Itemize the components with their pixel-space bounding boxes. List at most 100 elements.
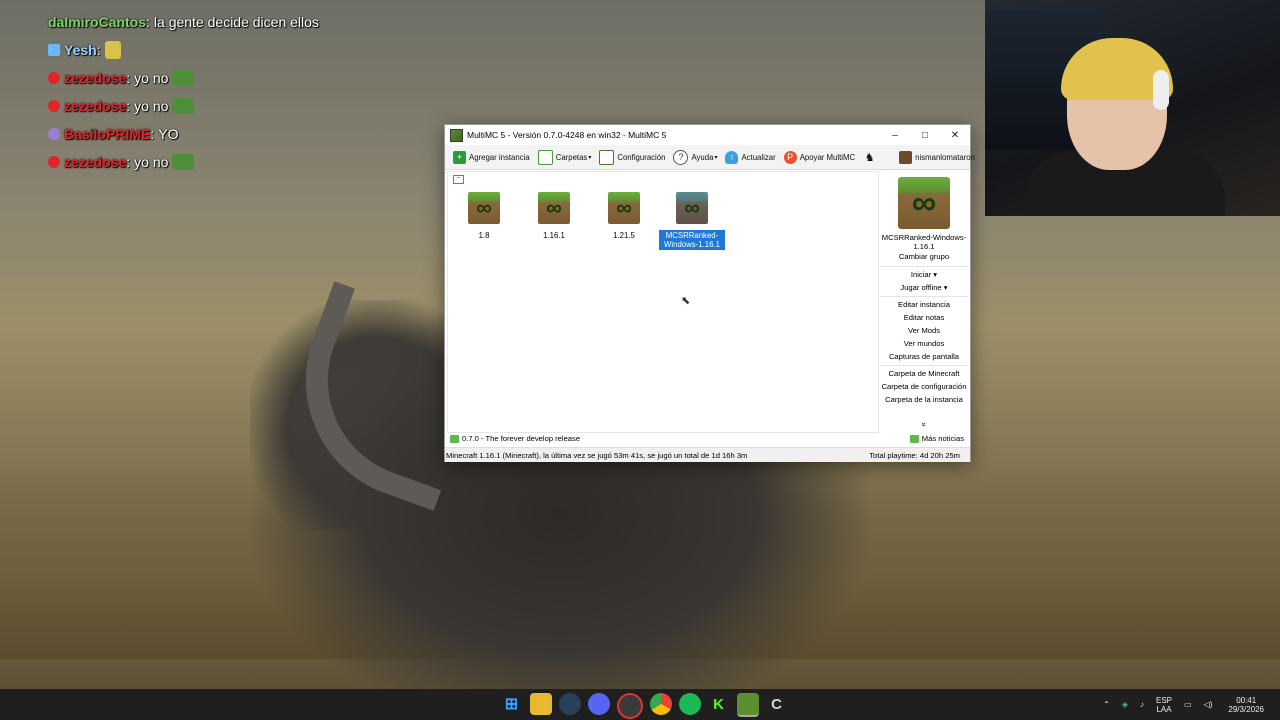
help-button[interactable]: ? Ayuda ▾ bbox=[669, 148, 721, 166]
chat-text: la gente decide dicen ellos bbox=[153, 14, 319, 30]
folders-button[interactable]: Carpetas ▾ bbox=[534, 148, 596, 166]
multimc-window: MultiMC 5 - Versión 0.7.0-4248 en win32 … bbox=[444, 124, 975, 462]
chrome-icon[interactable] bbox=[649, 693, 672, 715]
spotify-icon[interactable] bbox=[678, 693, 701, 715]
group-collapse-toggle[interactable]: − bbox=[453, 175, 464, 184]
chat-message: zezedose: yo no bbox=[48, 148, 388, 176]
chat-text: yo no bbox=[134, 98, 169, 114]
keyboard-layout: LAA bbox=[1156, 704, 1172, 714]
start-icon[interactable]: ⊞ bbox=[500, 693, 523, 715]
chat-separator: : bbox=[96, 42, 101, 58]
clock-time: 00:41 bbox=[1236, 695, 1257, 705]
help-label: Ayuda bbox=[691, 152, 714, 162]
tray-app-icon[interactable]: ◈ bbox=[1122, 700, 1128, 709]
chat-text: yo no bbox=[134, 70, 169, 86]
support-label: Apoyar MultiMC bbox=[799, 152, 856, 162]
multimc-icon[interactable] bbox=[736, 693, 759, 717]
account-avatar-icon bbox=[899, 150, 913, 164]
instance-item-selected[interactable]: ∞ MCSRRanked-Windows-1.16.1 bbox=[659, 192, 725, 250]
volume-icon[interactable]: ◁) bbox=[1204, 700, 1213, 709]
purple-badge-icon bbox=[48, 128, 60, 140]
chat-username: zezedose bbox=[64, 70, 127, 86]
kick-icon[interactable]: K bbox=[707, 693, 730, 715]
chat-message: BasiloPRIME: YO bbox=[48, 120, 388, 148]
launch-button[interactable]: Iniciar ▾ bbox=[880, 269, 968, 282]
infinity-icon: ∞ bbox=[538, 192, 570, 224]
infinity-icon: ∞ bbox=[468, 192, 500, 224]
play-offline-label: Jugar offline bbox=[900, 282, 942, 292]
window-title: MultiMC 5 - Versión 0.7.0-4248 en win32 … bbox=[467, 130, 667, 140]
frog-emote-icon bbox=[172, 70, 195, 86]
instance-list[interactable]: − ∞ 1.8 ∞ 1.16.1 ∞ 1.21.5 ∞ MCSRRanked-W… bbox=[447, 171, 879, 433]
chat-message: dalmiroCantos: la gente decide dicen ell… bbox=[48, 8, 388, 36]
screenshots-button[interactable]: Capturas de pantalla bbox=[880, 351, 968, 364]
account-button[interactable]: nismanlomataron bbox=[895, 148, 979, 166]
obs-icon[interactable] bbox=[616, 693, 643, 719]
news-bar: 0.7.0 - The forever develop release Más … bbox=[447, 432, 968, 445]
more-news-button[interactable]: Más noticias bbox=[907, 434, 964, 443]
news-icon bbox=[909, 434, 919, 443]
play-offline-button[interactable]: Jugar offline ▾ bbox=[880, 282, 968, 295]
language-indicator[interactable]: ESP LAA bbox=[1156, 696, 1172, 714]
microphone-icon[interactable]: ♪ bbox=[1140, 700, 1144, 709]
support-button[interactable]: P Apoyar MultiMC bbox=[780, 148, 859, 166]
status-bar: Minecraft 1.16.1 (Minecraft), la última … bbox=[445, 447, 970, 462]
chat-username: dalmiroCantos bbox=[48, 14, 147, 30]
sidebar-divider bbox=[880, 296, 968, 298]
minecraft-folder-button[interactable]: Carpeta de Minecraft bbox=[880, 368, 968, 381]
instance-label: 1.8 bbox=[478, 231, 490, 240]
ccleaner-icon[interactable]: C bbox=[765, 693, 788, 715]
webcam-headphone bbox=[1153, 70, 1169, 110]
launch-label: Iniciar bbox=[910, 269, 932, 279]
clock-date: 29/3/2026 bbox=[1228, 704, 1264, 714]
chat-message: zezedose: yo no bbox=[48, 64, 388, 92]
edit-notes-button[interactable]: Editar notas bbox=[880, 312, 968, 325]
change-group-button[interactable]: Cambiar grupo bbox=[880, 251, 968, 264]
maximize-button[interactable]: □ bbox=[910, 125, 940, 145]
instance-item[interactable]: ∞ 1.16.1 bbox=[521, 192, 587, 241]
chat-message: Yesh: bbox=[48, 36, 388, 64]
chat-username: BasiloPRIME bbox=[64, 126, 151, 142]
network-icon[interactable]: ▭ bbox=[1184, 700, 1192, 709]
infinity-icon: ∞ bbox=[676, 192, 708, 224]
settings-button[interactable]: Configuración bbox=[595, 148, 669, 166]
windows-taskbar: ⊞ K C ⌃ ◈ ♪ ESP LAA ▭ ◁) 00:41 29/3/2026 bbox=[0, 689, 1280, 720]
chat-separator: : bbox=[150, 126, 155, 142]
red-badge-icon bbox=[48, 156, 60, 168]
clock[interactable]: 00:41 29/3/2026 bbox=[1228, 696, 1264, 714]
chevron-up-icon[interactable]: ⌃ bbox=[1103, 700, 1110, 709]
sword-badge-icon bbox=[48, 44, 60, 56]
add-instance-label: Agregar instancia bbox=[469, 152, 530, 162]
view-mods-button[interactable]: Ver Mods bbox=[880, 325, 968, 338]
title-bar[interactable]: MultiMC 5 - Versión 0.7.0-4248 en win32 … bbox=[445, 125, 970, 145]
close-button[interactable]: ✕ bbox=[940, 125, 970, 145]
instance-item[interactable]: ∞ 1.21.5 bbox=[591, 192, 657, 241]
instance-item[interactable]: ∞ 1.8 bbox=[451, 192, 517, 241]
selected-instance-infinity-icon[interactable]: ∞ bbox=[898, 177, 950, 229]
stream-chat: dalmiroCantos: la gente decide dicen ell… bbox=[48, 8, 388, 176]
chat-separator: : bbox=[126, 98, 131, 114]
news-headline[interactable]: 0.7.0 - The forever develop release bbox=[462, 434, 907, 443]
minimize-button[interactable]: – bbox=[880, 125, 910, 145]
update-button[interactable]: ↑ Actualizar bbox=[721, 148, 779, 166]
news-icon bbox=[450, 434, 459, 443]
steam-icon[interactable] bbox=[558, 693, 581, 715]
edit-instance-button[interactable]: Editar instancia bbox=[880, 299, 968, 312]
view-worlds-button[interactable]: Ver mundos bbox=[880, 338, 968, 351]
cat-button[interactable]: ♞ bbox=[859, 148, 883, 166]
plus-icon: + bbox=[453, 150, 466, 164]
language-code: ESP bbox=[1156, 695, 1173, 705]
red-badge-icon bbox=[48, 100, 60, 112]
instance-sidebar: ∞ MCSRRanked-Windows-1.16.1 Cambiar grup… bbox=[880, 171, 968, 431]
frog-emote-icon bbox=[172, 98, 195, 114]
chat-username: Yesh bbox=[64, 42, 97, 58]
settings-icon bbox=[599, 149, 615, 165]
chat-separator: : bbox=[146, 14, 150, 30]
chat-separator: : bbox=[126, 70, 131, 86]
discord-icon[interactable] bbox=[587, 693, 610, 715]
file-explorer-icon[interactable] bbox=[529, 693, 552, 715]
add-instance-button[interactable]: + Agregar instancia bbox=[449, 148, 534, 166]
instance-label: 1.16.1 bbox=[543, 231, 565, 240]
more-news-label: Más noticias bbox=[921, 434, 964, 443]
cat-icon: ♞ bbox=[864, 151, 875, 164]
